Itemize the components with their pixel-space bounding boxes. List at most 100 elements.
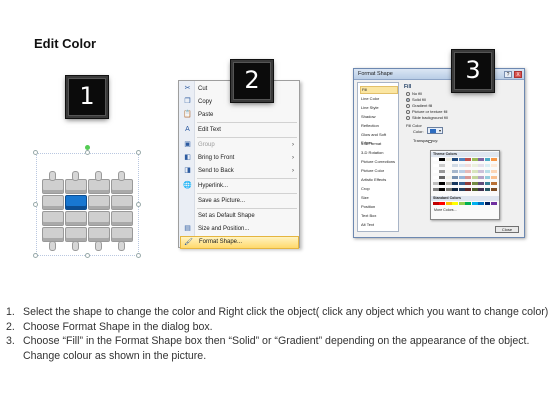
color-swatch[interactable] [478, 182, 484, 185]
color-swatch[interactable] [484, 176, 491, 179]
color-swatch[interactable] [439, 188, 446, 191]
color-swatch[interactable] [491, 182, 497, 185]
color-swatch[interactable] [439, 176, 446, 179]
resize-handle[interactable] [33, 202, 38, 207]
color-swatch[interactable] [491, 176, 497, 179]
category-item[interactable]: Crop [360, 185, 398, 193]
color-swatch[interactable] [452, 182, 459, 185]
color-swatch[interactable] [458, 182, 465, 185]
menu-item-format-shape[interactable]: 🖌 Format Shape... [180, 236, 299, 249]
radio-solid-fill[interactable]: Solid fill [406, 97, 426, 102]
puzzle-piece[interactable] [42, 211, 64, 226]
color-swatch[interactable] [439, 158, 446, 161]
category-item[interactable]: Glow and Soft Edges [360, 131, 398, 145]
more-colors-link[interactable]: More Colors... [434, 208, 457, 212]
category-item[interactable]: Fill [360, 86, 398, 94]
color-swatch[interactable] [433, 182, 439, 185]
color-swatch[interactable] [458, 176, 465, 179]
puzzle-piece[interactable] [42, 195, 64, 210]
radio-picture-fill[interactable]: Picture or texture fill [406, 109, 447, 114]
color-swatch[interactable] [478, 188, 484, 191]
category-item[interactable]: 3-D Format [360, 140, 398, 148]
menu-item-send-to-back[interactable]: ◨ Send to Back › [180, 165, 299, 178]
color-swatch[interactable] [465, 182, 472, 185]
color-swatch[interactable] [439, 170, 446, 173]
color-swatch[interactable] [484, 170, 491, 173]
color-swatch[interactable] [458, 202, 465, 205]
menu-item-edit-text[interactable]: A Edit Text [180, 124, 299, 137]
radio-slide-bg-fill[interactable]: Slide background fill [406, 115, 448, 120]
color-swatch[interactable] [445, 170, 452, 173]
color-swatch[interactable] [471, 158, 478, 161]
puzzle-piece[interactable] [65, 211, 87, 226]
puzzle-piece[interactable] [88, 195, 110, 210]
close-button[interactable]: Close [495, 226, 519, 233]
color-swatch[interactable] [439, 202, 446, 205]
color-swatch[interactable] [471, 188, 478, 191]
category-item[interactable]: Picture Color [360, 167, 398, 175]
color-swatch[interactable] [433, 158, 439, 161]
color-swatch[interactable] [484, 188, 491, 191]
puzzle-piece[interactable] [111, 211, 133, 226]
color-swatch[interactable] [439, 164, 446, 167]
category-item[interactable]: Line Style [360, 104, 398, 112]
puzzle-piece[interactable] [42, 227, 64, 242]
category-item[interactable]: Alt Text [360, 221, 398, 229]
color-swatch[interactable] [471, 170, 478, 173]
color-swatch[interactable] [452, 202, 459, 205]
color-swatch[interactable] [465, 170, 472, 173]
color-swatch[interactable] [484, 158, 491, 161]
color-swatch[interactable] [484, 164, 491, 167]
category-item[interactable]: Reflection [360, 122, 398, 130]
color-swatch[interactable] [471, 202, 478, 205]
puzzle-piece[interactable] [88, 211, 110, 226]
color-swatch[interactable] [491, 202, 497, 205]
color-swatch[interactable] [478, 202, 484, 205]
transparency-slider[interactable] [428, 140, 432, 143]
color-swatch[interactable] [458, 170, 465, 173]
color-swatch[interactable] [458, 158, 465, 161]
color-swatch[interactable] [471, 176, 478, 179]
color-swatch[interactable] [452, 158, 459, 161]
menu-item-size-position[interactable]: ▤ Size and Position... [180, 223, 299, 236]
menu-item-bring-to-front[interactable]: ◧ Bring to Front › [180, 152, 299, 165]
color-swatch[interactable] [478, 170, 484, 173]
category-item[interactable]: Text Box [360, 212, 398, 220]
category-item[interactable]: Picture Corrections [360, 158, 398, 166]
color-swatch[interactable] [471, 164, 478, 167]
category-item[interactable]: Line Color [360, 95, 398, 103]
color-swatch[interactable] [465, 158, 472, 161]
color-swatch[interactable] [478, 164, 484, 167]
puzzle-piece[interactable] [111, 227, 133, 242]
category-item[interactable]: Position [360, 203, 398, 211]
color-swatch[interactable] [452, 164, 459, 167]
puzzle-piece[interactable] [88, 227, 110, 242]
color-swatch[interactable] [445, 176, 452, 179]
color-swatch[interactable] [491, 188, 497, 191]
help-button[interactable]: ? [504, 71, 512, 78]
puzzle-piece[interactable] [65, 179, 87, 194]
radio-gradient-fill[interactable]: Gradient fill [406, 103, 432, 108]
color-swatch[interactable] [452, 176, 459, 179]
category-item[interactable]: Shadow [360, 113, 398, 121]
resize-handle[interactable] [136, 150, 141, 155]
color-swatch[interactable] [445, 164, 452, 167]
puzzle-piece[interactable] [111, 195, 133, 210]
color-picker-button[interactable]: ▾ [427, 127, 443, 134]
color-swatch[interactable] [465, 176, 472, 179]
category-item[interactable]: 3-D Rotation [360, 149, 398, 157]
puzzle-piece[interactable] [111, 179, 133, 194]
color-swatch[interactable] [465, 188, 472, 191]
close-icon[interactable]: X [514, 71, 522, 78]
puzzle-piece[interactable] [88, 179, 110, 194]
color-swatch[interactable] [491, 158, 497, 161]
color-swatch[interactable] [433, 202, 439, 205]
color-swatch[interactable] [445, 202, 452, 205]
color-swatch[interactable] [439, 182, 446, 185]
menu-item-paste[interactable]: 📋 Paste [180, 109, 299, 122]
resize-handle[interactable] [33, 253, 38, 258]
color-swatch[interactable] [458, 188, 465, 191]
color-swatch[interactable] [491, 170, 497, 173]
color-swatch[interactable] [484, 182, 491, 185]
color-swatch[interactable] [445, 188, 452, 191]
